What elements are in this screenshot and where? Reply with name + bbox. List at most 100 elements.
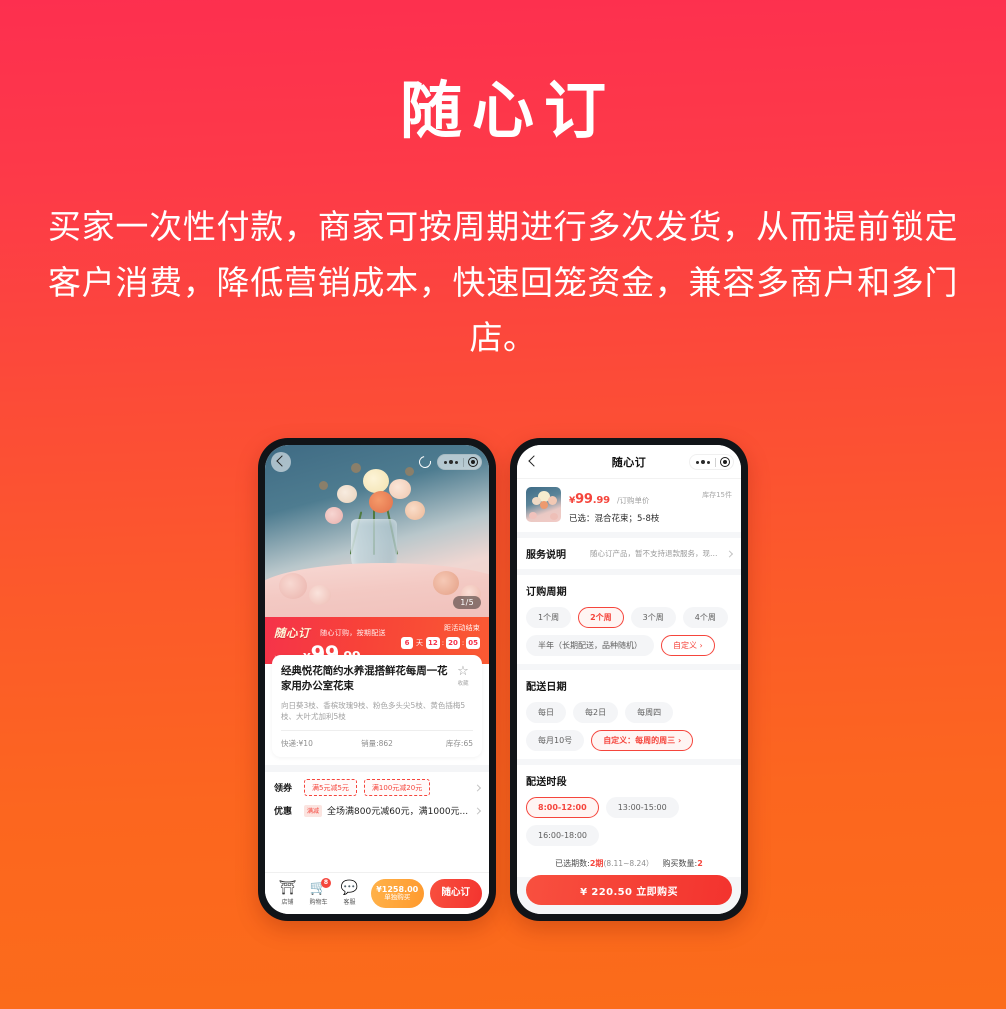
cycle-chip-custom[interactable]: 自定义 › bbox=[661, 635, 715, 656]
countdown-title: 距活动结束 bbox=[444, 624, 480, 632]
cycle-title: 订购周期 bbox=[526, 587, 567, 598]
cycle-options: 1个周 2个周 3个周 4个周 半年（长期配送，品种随机） 自定义 › bbox=[526, 607, 732, 656]
left-phone-screen: 1/5 随心订 随心订购，按期配送 订购单价 ¥ 99 .99 ¥1258 距活… bbox=[265, 445, 489, 914]
cycle-chip-halfyear[interactable]: 半年（长期配送，品种随机） bbox=[526, 635, 654, 656]
nav-cart[interactable]: 🛒 8 购物车 bbox=[303, 878, 334, 906]
stat-shipping: 快递:¥10 bbox=[281, 739, 313, 749]
product-thumbnail[interactable] bbox=[526, 487, 561, 522]
more-dots-icon[interactable] bbox=[690, 460, 715, 464]
time-chip-afternoon[interactable]: 13:00-15:00 bbox=[605, 797, 679, 818]
promotions-section: 领券 满5元减5元 满100元减20元 优惠 满减 全场满800元减60元，满1… bbox=[265, 772, 489, 826]
countdown-days-unit: 天 bbox=[416, 639, 424, 647]
cycle-section: 订购周期 1个周 2个周 3个周 4个周 半年（长期配送，品种随机） 自定义 › bbox=[517, 575, 741, 664]
date-chip-monthly10[interactable]: 每月10号 bbox=[526, 730, 585, 751]
time-chip-evening[interactable]: 16:00-18:00 bbox=[526, 825, 599, 846]
product-gallery[interactable]: 1/5 bbox=[265, 445, 489, 617]
page-title: 随心订 bbox=[399, 74, 616, 147]
nav-title: 随心订 bbox=[611, 455, 647, 469]
service-icon[interactable]: 💬 bbox=[334, 881, 365, 895]
price-dec: .99 bbox=[592, 495, 610, 506]
delivery-time-options: 8:00-12:00 13:00-15:00 16:00-18:00 bbox=[526, 797, 732, 846]
delivery-date-section: 配送日期 每日 每2日 每周四 每月10号 自定义：每周的周三 › bbox=[517, 670, 741, 759]
product-summary-section: ¥99.99 /订购单价 已选：混合花束；5-8枝 库存15件 bbox=[517, 479, 741, 532]
countdown-sep-2: : bbox=[461, 639, 465, 647]
store-icon[interactable]: ⛩ bbox=[272, 881, 303, 895]
delivery-date-options: 每日 每2日 每周四 每月10号 自定义：每周的周三 › bbox=[526, 702, 732, 751]
phone-right-subscription: 随心订 ¥99.99 /订购单价 已选：混合花束；5-8枝 库存15件 服务说明… bbox=[510, 438, 748, 921]
countdown-seconds: 05 bbox=[466, 637, 480, 649]
delivery-time-title: 配送时段 bbox=[526, 777, 567, 788]
countdown-sep-1: : bbox=[441, 639, 445, 647]
nav-cart-label: 购物车 bbox=[309, 899, 328, 906]
countdown-timer: 距活动结束 6 天 12 : 20 : 05 bbox=[401, 623, 480, 649]
stat-stock: 库存:65 bbox=[445, 739, 473, 749]
date-chip-custom[interactable]: 自定义：每周的周三 › bbox=[591, 730, 694, 751]
discount-tag: 满减 bbox=[304, 804, 323, 817]
buy-single-label: 单独购买 bbox=[384, 893, 411, 902]
nav-service-label: 客服 bbox=[343, 899, 356, 906]
countdown-minutes: 20 bbox=[446, 637, 460, 649]
nav-store[interactable]: ⛩ 店铺 bbox=[272, 881, 303, 906]
cycle-chip-1week[interactable]: 1个周 bbox=[526, 607, 572, 628]
date-chip-every2days[interactable]: 每2日 bbox=[573, 702, 619, 723]
promo-subtitle: 随心订购，按期配送 bbox=[320, 628, 386, 637]
date-chip-daily[interactable]: 每日 bbox=[526, 702, 566, 723]
discount-row[interactable]: 优惠 满减 全场满800元减60元，满1000元... bbox=[274, 804, 482, 818]
back-arrow-icon[interactable] bbox=[274, 455, 288, 469]
star-icon[interactable]: ☆ bbox=[453, 665, 473, 678]
mini-program-capsule[interactable] bbox=[689, 454, 734, 470]
section-divider bbox=[265, 765, 489, 773]
hero-description: 买家一次性付款，商家可按周期进行多次发货，从而提前锁定客户消费，降低营销成本，快… bbox=[48, 199, 958, 365]
close-target-icon[interactable] bbox=[464, 457, 481, 467]
more-dots-icon[interactable] bbox=[438, 460, 463, 464]
summary-periods-label: 已选期数: bbox=[555, 859, 590, 868]
chevron-right-icon bbox=[473, 807, 482, 815]
back-arrow-icon[interactable] bbox=[526, 455, 540, 469]
order-summary: 已选期数:2期(8.11~8.24） 购买数量:2 bbox=[526, 858, 732, 869]
nav-store-label: 店铺 bbox=[281, 899, 294, 906]
product-row: ¥99.99 /订购单价 已选：混合花束；5-8枝 库存15件 bbox=[526, 487, 732, 524]
gallery-page-indicator: 1/5 bbox=[453, 596, 481, 609]
stock-count: 库存15件 bbox=[702, 491, 732, 499]
countdown-hours: 12 bbox=[426, 637, 440, 649]
subscribe-button[interactable]: 随心订 bbox=[429, 879, 482, 908]
promo-logo: 随心订 bbox=[274, 625, 310, 640]
buy-single-button[interactable]: ¥1258.00 单独购买 bbox=[371, 879, 424, 908]
coupon-label: 领券 bbox=[274, 784, 293, 795]
close-target-icon[interactable] bbox=[716, 457, 733, 467]
date-chip-thursday[interactable]: 每周四 bbox=[625, 702, 674, 723]
service-section[interactable]: 服务说明 随心订产品，暂不支持退款服务，现在下 bbox=[517, 538, 741, 569]
cycle-chip-2weeks[interactable]: 2个周 bbox=[578, 607, 624, 628]
nav-bar: 随心订 bbox=[517, 445, 741, 479]
summary-periods-value: 2期 bbox=[589, 859, 604, 868]
discount-value: 全场满800元减60元，满1000元... bbox=[327, 807, 469, 818]
delivery-date-title: 配送日期 bbox=[526, 682, 567, 693]
favorite-button[interactable]: ☆ 收藏 bbox=[453, 665, 473, 687]
product-info-card: 经典悦花简约水养混搭鲜花每周一花家用办公室花束 ☆ 收藏 向日葵3枝、香槟玫瑰9… bbox=[272, 655, 482, 758]
phone-mockups: 1/5 随心订 随心订购，按期配送 订购单价 ¥ 99 .99 ¥1258 距活… bbox=[0, 438, 1006, 921]
stat-sales: 销量:862 bbox=[361, 739, 393, 749]
nav-service[interactable]: 💬 客服 bbox=[334, 881, 365, 906]
cycle-chip-3weeks[interactable]: 3个周 bbox=[630, 607, 676, 628]
countdown-row: 6 天 12 : 20 : 05 bbox=[401, 637, 480, 649]
product-description: 向日葵3枝、香槟玫瑰9枝、粉色多头尖5枝、黄色插梅5枝、大叶尤加利5枝 bbox=[281, 700, 466, 722]
price-int: 99 bbox=[575, 492, 593, 507]
coupon-chip-2[interactable]: 满100元减20元 bbox=[363, 779, 431, 797]
cart-badge: 8 bbox=[321, 878, 331, 888]
buy-now-button[interactable]: ¥ 220.50 立即购买 bbox=[526, 875, 732, 905]
product-stats: 快递:¥10 销量:862 库存:65 bbox=[281, 730, 473, 749]
service-row[interactable]: 服务说明 随心订产品，暂不支持退款服务，现在下 bbox=[526, 546, 734, 561]
product-title: 经典悦花简约水养混搭鲜花每周一花家用办公室花束 bbox=[281, 665, 448, 692]
summary-qty-label: 购买数量: bbox=[662, 859, 698, 868]
time-chip-morning[interactable]: 8:00-12:00 bbox=[526, 797, 599, 818]
mini-program-capsule[interactable] bbox=[437, 454, 482, 470]
hero-description-text: 买家一次性付款，商家可按周期进行多次发货，从而提前锁定客户消费，降低营销成本，快… bbox=[48, 207, 958, 357]
discount-label: 优惠 bbox=[274, 807, 293, 818]
countdown-days: 6 bbox=[401, 637, 414, 649]
delivery-time-section: 配送时段 8:00-12:00 13:00-15:00 16:00-18:00 … bbox=[517, 765, 741, 877]
service-label: 服务说明 bbox=[526, 550, 566, 561]
coupon-row[interactable]: 领券 满5元减5元 满100元减20元 bbox=[274, 779, 482, 797]
cycle-chip-4weeks[interactable]: 4个周 bbox=[682, 607, 728, 628]
coupon-chip-1[interactable]: 满5元减5元 bbox=[304, 779, 357, 797]
price-unit: /订购单价 bbox=[616, 496, 650, 505]
